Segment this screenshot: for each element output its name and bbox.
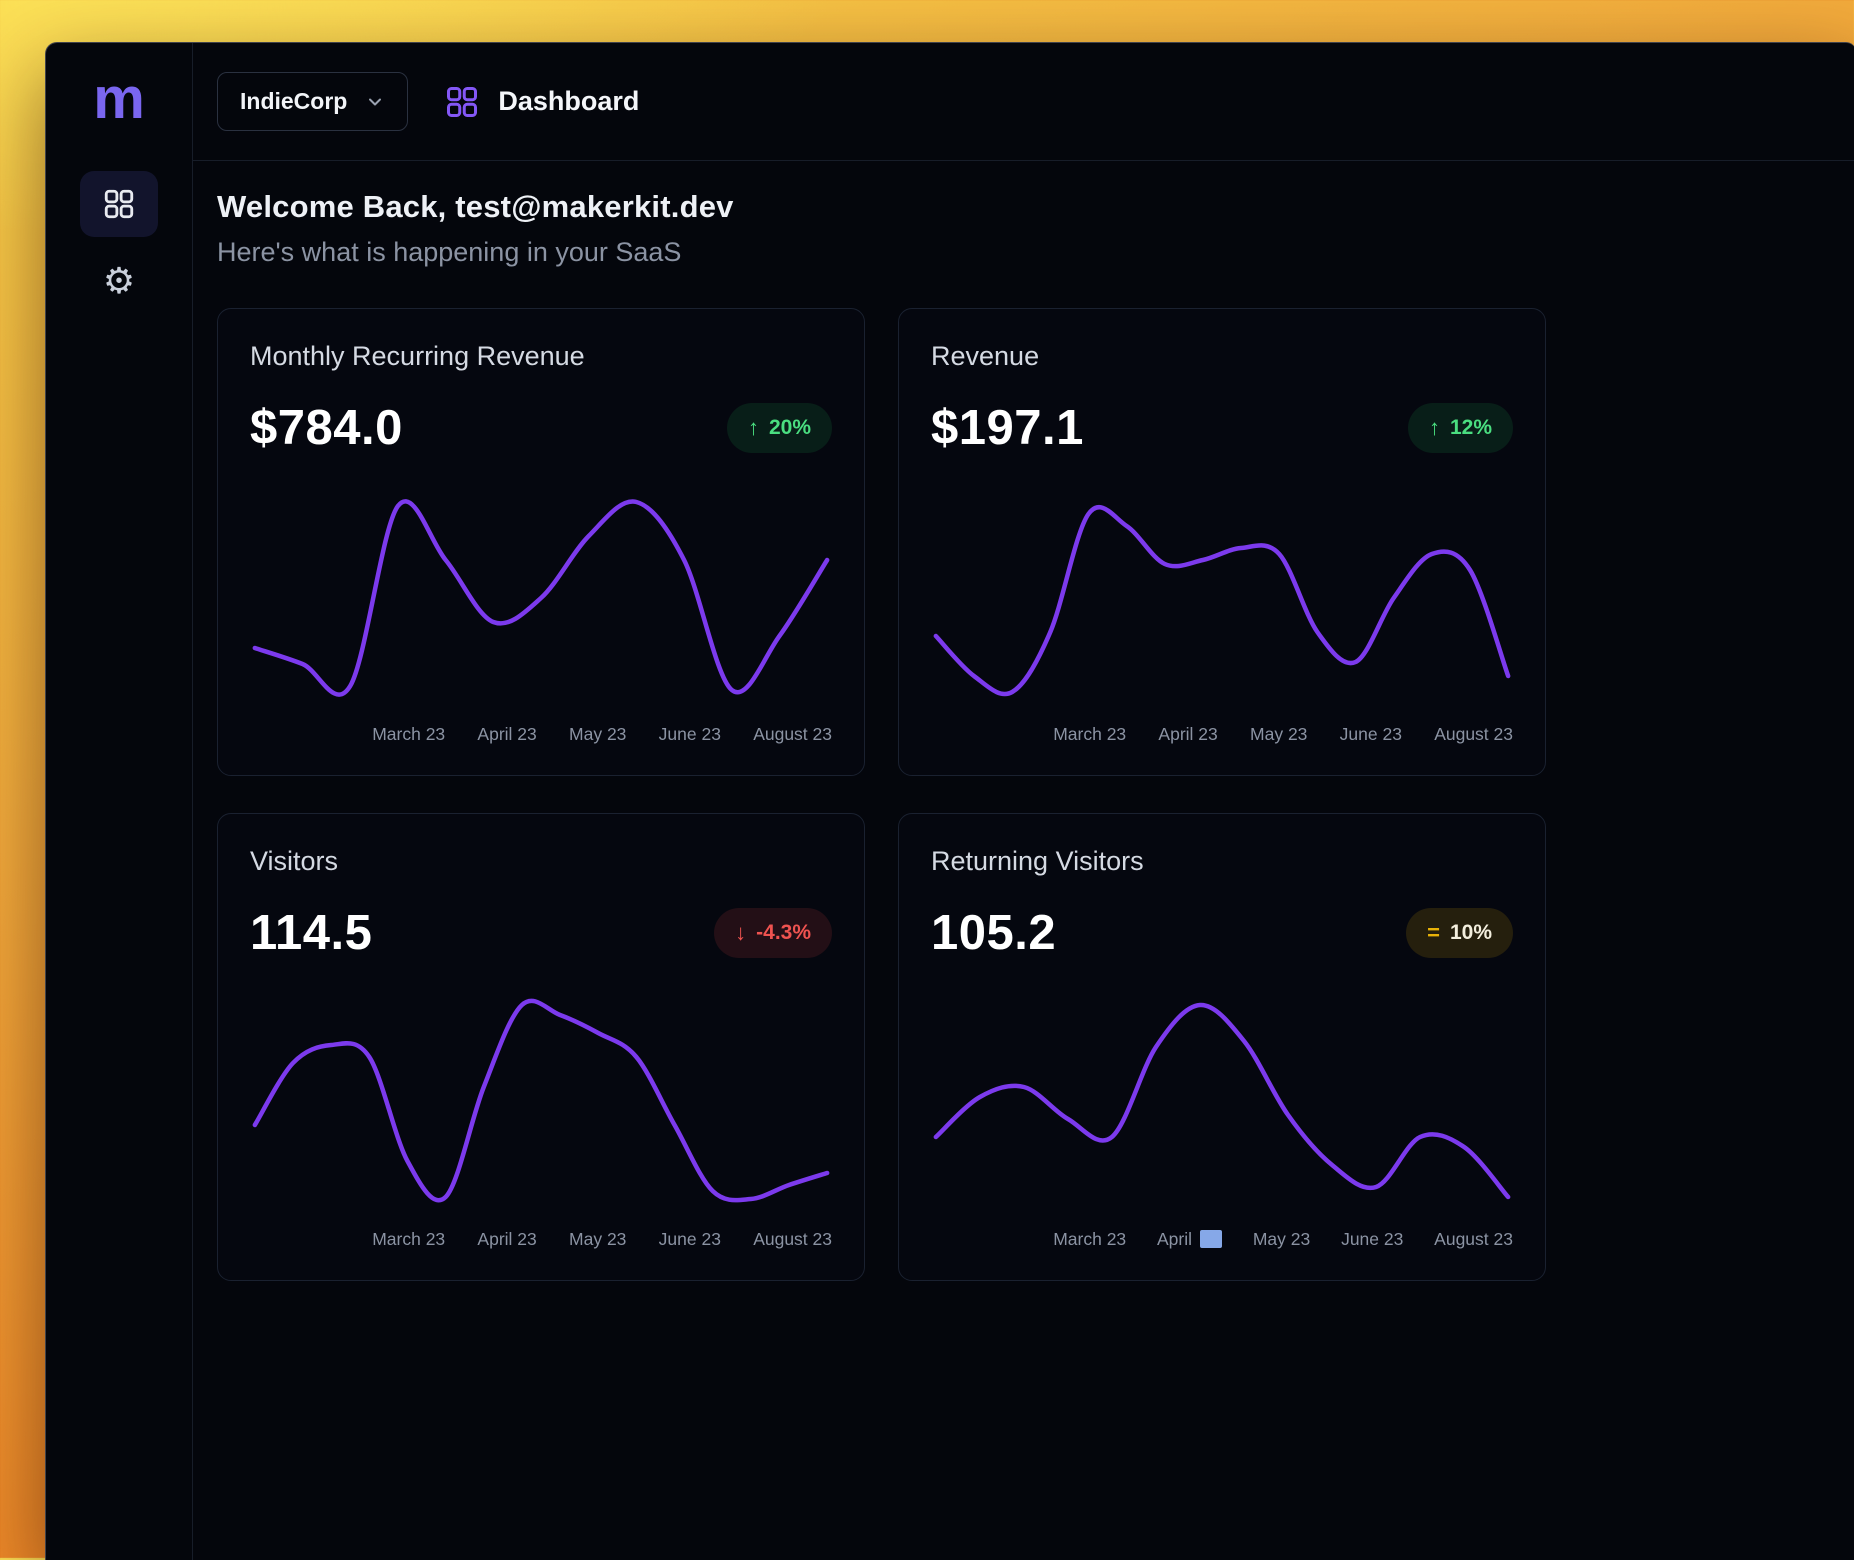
x-axis-label: June 23 [659, 1229, 721, 1250]
trend-down-icon: ↓ [735, 922, 746, 944]
workspace-selector-button[interactable]: IndieCorp [217, 72, 408, 131]
trend-badge: ↑ 20% [727, 403, 832, 453]
x-axis-label: March 23 [1053, 1229, 1126, 1250]
app-logo: m [93, 67, 145, 131]
selection-highlight [1200, 1230, 1222, 1248]
x-axis-label: May 23 [569, 1229, 626, 1250]
card-visitors: Visitors 114.5 ↓ -4.3% March 23April 23M… [217, 813, 865, 1281]
x-axis-labels: March 23 April May 23 June 23 August 23 [1053, 1229, 1513, 1250]
x-axis-label: April 23 [477, 724, 536, 745]
metric-value: $197.1 [931, 400, 1084, 456]
trend-label: 10% [1450, 921, 1492, 945]
card-title: Visitors [250, 846, 832, 877]
main-area: IndieCorp Dashboard [193, 43, 1854, 1560]
trend-label: 12% [1450, 416, 1492, 440]
card-title: Monthly Recurring Revenue [250, 341, 832, 372]
card-title: Returning Visitors [931, 846, 1513, 877]
top-header: IndieCorp Dashboard [193, 43, 1854, 161]
dashboard-content: Welcome Back, test@makerkit.dev Here's w… [193, 161, 1854, 1281]
card-title: Revenue [931, 341, 1513, 372]
x-axis-labels: March 23 April 23 May 23 June 23 August 23 [372, 724, 832, 745]
welcome-title: Welcome Back, test@makerkit.dev [217, 189, 1832, 225]
x-axis-label: June 23 [659, 724, 721, 745]
x-axis-label: May 23 [1250, 724, 1307, 745]
x-axis-label: March 23 [1053, 724, 1126, 745]
sidebar: m ⚙ [46, 43, 193, 1560]
sidebar-item-dashboard[interactable] [80, 171, 158, 237]
line-chart [931, 488, 1513, 708]
x-axis-label: April 23 [477, 1229, 536, 1250]
page-title: Dashboard [498, 86, 639, 117]
card-monthly-recurring-revenue: Monthly Recurring Revenue $784.0 ↑ 20% M… [217, 308, 865, 776]
gear-icon: ⚙ [103, 260, 135, 302]
x-axis-label: May 23 [1253, 1229, 1310, 1250]
trend-label: 20% [769, 416, 811, 440]
x-axis-label: August 23 [753, 724, 832, 745]
chevron-down-icon [365, 92, 385, 112]
x-axis-label: March 23 [372, 724, 445, 745]
line-chart [250, 488, 832, 708]
x-axis-label: June 23 [1340, 724, 1402, 745]
equals-icon: = [1427, 922, 1440, 944]
x-axis-label: May 23 [569, 724, 626, 745]
app-window: m ⚙ IndieCorp [45, 42, 1854, 1560]
sidebar-item-settings[interactable]: ⚙ [80, 251, 158, 311]
workspace-name: IndieCorp [240, 88, 347, 115]
dashboard-grid-icon [102, 187, 136, 221]
line-chart [931, 993, 1513, 1213]
card-returning-visitors: Returning Visitors 105.2 = 10% March 23 A… [898, 813, 1546, 1281]
metric-value: 105.2 [931, 905, 1056, 961]
stats-card-grid: Monthly Recurring Revenue $784.0 ↑ 20% M… [217, 308, 1832, 1281]
x-axis-label: April [1157, 1229, 1222, 1250]
trend-badge: = 10% [1406, 908, 1513, 958]
x-axis-label: August 23 [753, 1229, 832, 1250]
metric-value: 114.5 [250, 905, 372, 961]
x-axis-labels: March 23 April 23 May 23 June 23 August 23 [372, 1229, 832, 1250]
dashboard-grid-icon [444, 84, 480, 120]
trend-label: -4.3% [756, 921, 811, 945]
x-axis-label: March 23 [372, 1229, 445, 1250]
x-axis-label: August 23 [1434, 724, 1513, 745]
breadcrumb: Dashboard [444, 84, 639, 120]
x-axis-label: April 23 [1158, 724, 1217, 745]
metric-value: $784.0 [250, 400, 403, 456]
line-chart [250, 993, 832, 1213]
x-axis-labels: March 23 April 23 May 23 June 23 August 23 [1053, 724, 1513, 745]
x-axis-label: June 23 [1341, 1229, 1403, 1250]
card-revenue: Revenue $197.1 ↑ 12% March 23 April 23 May… [898, 308, 1546, 776]
trend-up-icon: ↑ [748, 417, 759, 439]
trend-badge: ↓ -4.3% [714, 908, 832, 958]
x-axis-label: August 23 [1434, 1229, 1513, 1250]
trend-badge: ↑ 12% [1408, 403, 1513, 453]
welcome-subtitle: Here's what is happening in your SaaS [217, 237, 1832, 268]
trend-up-icon: ↑ [1429, 417, 1440, 439]
